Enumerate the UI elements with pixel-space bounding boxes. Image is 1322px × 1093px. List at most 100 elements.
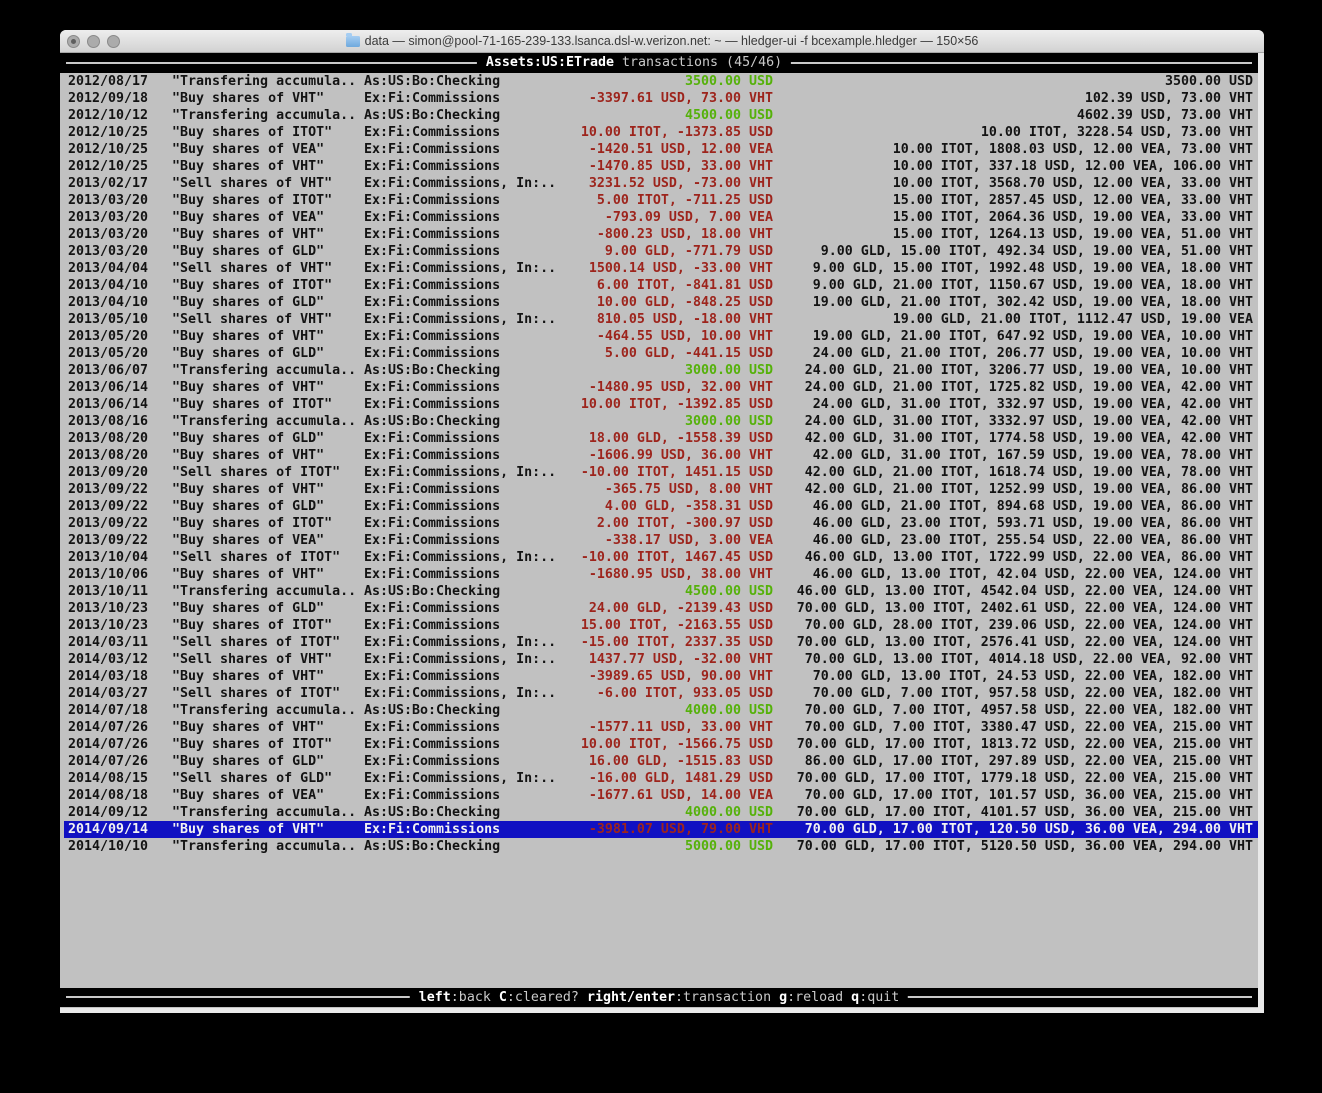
transaction-row[interactable]: 2013/02/17"Sell shares of VHT"Ex:Fi:Comm… [60, 175, 1258, 192]
transaction-running-balance: 24.00 GLD, 31.00 ITOT, 3332.97 USD, 19.0… [786, 413, 1253, 430]
transaction-amount: 5.00 ITOT, -711.25 USD [560, 192, 773, 209]
transaction-row[interactable]: 2014/03/27"Sell shares of ITOT"Ex:Fi:Com… [60, 685, 1258, 702]
transaction-running-balance: 70.00 GLD, 13.00 ITOT, 24.53 USD, 22.00 … [786, 668, 1253, 685]
transaction-row[interactable]: 2013/03/20"Buy shares of GLD"Ex:Fi:Commi… [60, 243, 1258, 260]
transaction-row[interactable]: 2013/06/14"Buy shares of ITOT"Ex:Fi:Comm… [60, 396, 1258, 413]
transaction-row[interactable]: 2012/10/25"Buy shares of VHT"Ex:Fi:Commi… [60, 158, 1258, 175]
transaction-amount: -338.17 USD, 3.00 VEA [560, 532, 773, 549]
help-key-description: :cleared? [507, 990, 579, 1005]
transaction-row[interactable]: 2012/10/25"Buy shares of VEA"Ex:Fi:Commi… [60, 141, 1258, 158]
transaction-row[interactable]: 2013/08/20"Buy shares of GLD"Ex:Fi:Commi… [60, 430, 1258, 447]
transaction-running-balance: 70.00 GLD, 7.00 ITOT, 3380.47 USD, 22.00… [786, 719, 1253, 736]
transaction-row[interactable]: 2013/10/23"Buy shares of ITOT"Ex:Fi:Comm… [60, 617, 1258, 634]
register-title: Assets:US:ETrade transactions (45/46) [477, 53, 791, 73]
transaction-date: 2014/07/18 [68, 702, 168, 719]
transaction-amount: 5000.00 USD [560, 838, 773, 855]
transaction-running-balance: 9.00 GLD, 21.00 ITOT, 1150.67 USD, 19.00… [786, 277, 1253, 294]
transaction-row[interactable]: 2014/08/18"Buy shares of VEA"Ex:Fi:Commi… [60, 787, 1258, 804]
transaction-amount: -3989.65 USD, 90.00 VHT [560, 668, 773, 685]
transaction-row[interactable]: 2013/10/23"Buy shares of GLD"Ex:Fi:Commi… [60, 600, 1258, 617]
help-bar: left:back C:cleared? right/enter:transac… [60, 988, 1258, 1007]
transaction-amount: -1677.61 USD, 14.00 VEA [560, 787, 773, 804]
transaction-row[interactable]: 2012/10/12"Transfering accumula..As:US:B… [60, 107, 1258, 124]
transaction-row[interactable]: 2013/09/22"Buy shares of ITOT"Ex:Fi:Comm… [60, 515, 1258, 532]
transaction-row[interactable]: 2012/10/25"Buy shares of ITOT"Ex:Fi:Comm… [60, 124, 1258, 141]
scrollbar-track[interactable] [1258, 53, 1264, 1013]
transaction-amount: -10.00 ITOT, 1467.45 USD [560, 549, 773, 566]
transaction-row[interactable]: 2013/04/10"Buy shares of ITOT"Ex:Fi:Comm… [60, 277, 1258, 294]
transaction-amount: 3000.00 USD [560, 362, 773, 379]
transaction-running-balance: 70.00 GLD, 17.00 ITOT, 120.50 USD, 36.00… [786, 821, 1253, 838]
transaction-row[interactable]: 2013/08/16"Transfering accumula..As:US:B… [60, 413, 1258, 430]
transaction-row[interactable]: 2014/03/11"Sell shares of ITOT"Ex:Fi:Com… [60, 634, 1258, 651]
transaction-row[interactable]: 2014/03/12"Sell shares of VHT"Ex:Fi:Comm… [60, 651, 1258, 668]
transaction-running-balance: 10.00 ITOT, 3228.54 USD, 73.00 VHT [786, 124, 1253, 141]
transaction-row[interactable]: 2013/09/22"Buy shares of VEA"Ex:Fi:Commi… [60, 532, 1258, 549]
transaction-row[interactable]: 2014/07/18"Transfering accumula..As:US:B… [60, 702, 1258, 719]
transaction-description: "Transfering accumula.. [172, 804, 362, 821]
transaction-row[interactable]: 2014/09/14"Buy shares of VHT"Ex:Fi:Commi… [60, 821, 1258, 838]
transaction-row[interactable]: 2013/03/20"Buy shares of VEA"Ex:Fi:Commi… [60, 209, 1258, 226]
titlebar[interactable]: data — simon@pool-71-165-239-133.lsanca.… [60, 30, 1264, 53]
transaction-other-accounts: Ex:Fi:Commissions [364, 345, 560, 362]
transaction-row[interactable]: 2013/10/11"Transfering accumula..As:US:B… [60, 583, 1258, 600]
transaction-row[interactable]: 2014/03/18"Buy shares of VHT"Ex:Fi:Commi… [60, 668, 1258, 685]
transaction-amount: 4000.00 USD [560, 804, 773, 821]
transaction-date: 2013/09/22 [68, 481, 168, 498]
transaction-amount: -1420.51 USD, 12.00 VEA [560, 141, 773, 158]
transaction-date: 2014/03/18 [68, 668, 168, 685]
register-header-bar: Assets:US:ETrade transactions (45/46) [60, 53, 1258, 73]
transaction-amount: 4.00 GLD, -358.31 USD [560, 498, 773, 515]
transaction-amount: 1500.14 USD, -33.00 VHT [560, 260, 773, 277]
transaction-row[interactable]: 2013/05/20"Buy shares of VHT"Ex:Fi:Commi… [60, 328, 1258, 345]
transaction-row[interactable]: 2012/09/18"Buy shares of VHT"Ex:Fi:Commi… [60, 90, 1258, 107]
transaction-other-accounts: Ex:Fi:Commissions [364, 141, 560, 158]
transaction-row[interactable]: 2014/10/10"Transfering accumula..As:US:B… [60, 838, 1258, 855]
transaction-row[interactable]: 2013/03/20"Buy shares of VHT"Ex:Fi:Commi… [60, 226, 1258, 243]
transaction-amount: 10.00 ITOT, -1373.85 USD [560, 124, 773, 141]
transaction-other-accounts: Ex:Fi:Commissions, In:.. [364, 464, 560, 481]
transaction-row[interactable]: 2013/05/20"Buy shares of GLD"Ex:Fi:Commi… [60, 345, 1258, 362]
transaction-amount: 4000.00 USD [560, 702, 773, 719]
transaction-row[interactable]: 2014/07/26"Buy shares of ITOT"Ex:Fi:Comm… [60, 736, 1258, 753]
transaction-row[interactable]: 2013/05/10"Sell shares of VHT"Ex:Fi:Comm… [60, 311, 1258, 328]
transaction-row[interactable]: 2013/09/22"Buy shares of VHT"Ex:Fi:Commi… [60, 481, 1258, 498]
transaction-other-accounts: Ex:Fi:Commissions, In:.. [364, 634, 560, 651]
transaction-row[interactable]: 2013/09/22"Buy shares of GLD"Ex:Fi:Commi… [60, 498, 1258, 515]
transaction-row[interactable]: 2014/07/26"Buy shares of VHT"Ex:Fi:Commi… [60, 719, 1258, 736]
transaction-row[interactable]: 2013/04/04"Sell shares of VHT"Ex:Fi:Comm… [60, 260, 1258, 277]
transaction-description: "Buy shares of ITOT" [172, 617, 362, 634]
transaction-row[interactable]: 2013/06/14"Buy shares of VHT"Ex:Fi:Commi… [60, 379, 1258, 396]
transaction-description: "Buy shares of VHT" [172, 328, 362, 345]
transaction-row[interactable]: 2013/10/06"Buy shares of VHT"Ex:Fi:Commi… [60, 566, 1258, 583]
transaction-row[interactable]: 2013/06/07"Transfering accumula..As:US:B… [60, 362, 1258, 379]
transaction-row[interactable]: 2014/08/15"Sell shares of GLD"Ex:Fi:Comm… [60, 770, 1258, 787]
transaction-row[interactable]: 2012/08/17"Transfering accumula..As:US:B… [60, 73, 1258, 90]
transaction-running-balance: 46.00 GLD, 13.00 ITOT, 4542.04 USD, 22.0… [786, 583, 1253, 600]
transaction-description: "Sell shares of VHT" [172, 651, 362, 668]
transaction-other-accounts: Ex:Fi:Commissions [364, 294, 560, 311]
transaction-amount: 24.00 GLD, -2139.43 USD [560, 600, 773, 617]
transaction-row[interactable]: 2013/08/20"Buy shares of VHT"Ex:Fi:Commi… [60, 447, 1258, 464]
transaction-running-balance: 3500.00 USD [786, 73, 1253, 90]
transaction-description: "Buy shares of VHT" [172, 90, 362, 107]
transaction-other-accounts: As:US:Bo:Checking [364, 583, 560, 600]
transaction-date: 2013/03/20 [68, 192, 168, 209]
transaction-row[interactable]: 2013/10/04"Sell shares of ITOT"Ex:Fi:Com… [60, 549, 1258, 566]
transaction-amount: 15.00 ITOT, -2163.55 USD [560, 617, 773, 634]
transaction-date: 2014/08/15 [68, 770, 168, 787]
transaction-amount: -1577.11 USD, 33.00 VHT [560, 719, 773, 736]
transaction-row[interactable]: 2013/04/10"Buy shares of GLD"Ex:Fi:Commi… [60, 294, 1258, 311]
transaction-date: 2013/08/16 [68, 413, 168, 430]
transaction-row[interactable]: 2014/09/12"Transfering accumula..As:US:B… [60, 804, 1258, 821]
transaction-description: "Buy shares of VHT" [172, 447, 362, 464]
transaction-row[interactable]: 2013/09/20"Sell shares of ITOT"Ex:Fi:Com… [60, 464, 1258, 481]
transaction-row[interactable]: 2013/03/20"Buy shares of ITOT"Ex:Fi:Comm… [60, 192, 1258, 209]
transaction-description: "Buy shares of VHT" [172, 668, 362, 685]
transaction-row[interactable]: 2014/07/26"Buy shares of GLD"Ex:Fi:Commi… [60, 753, 1258, 770]
transaction-description: "Sell shares of VHT" [172, 260, 362, 277]
transaction-amount: 3231.52 USD, -73.00 VHT [560, 175, 773, 192]
transaction-other-accounts: Ex:Fi:Commissions [364, 515, 560, 532]
transaction-description: "Sell shares of VHT" [172, 311, 362, 328]
transaction-other-accounts: Ex:Fi:Commissions, In:.. [364, 175, 560, 192]
